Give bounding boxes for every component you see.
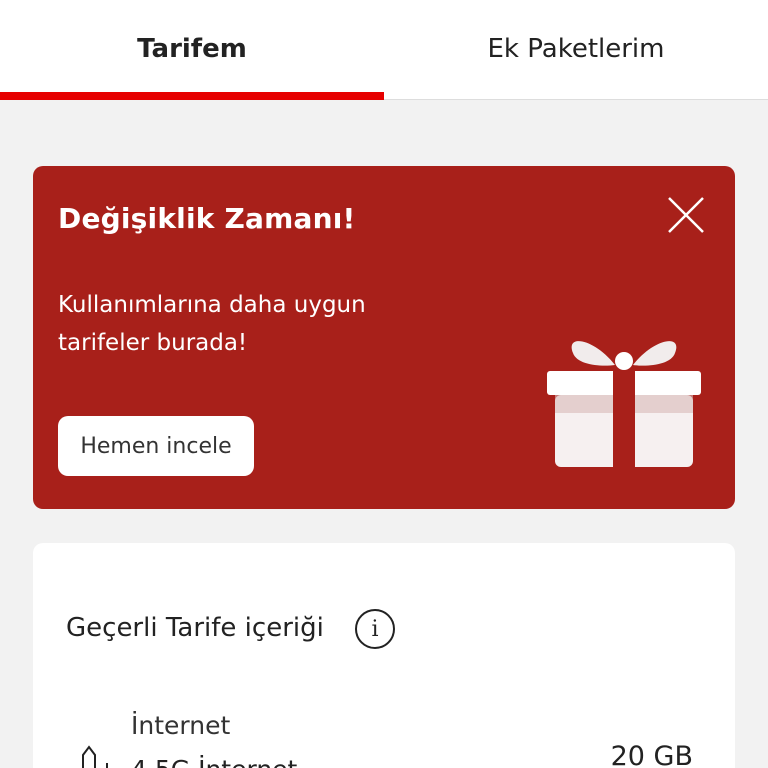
promo-text-line-2: tarifeler burada!	[58, 330, 248, 356]
active-tab-indicator	[0, 92, 384, 100]
tab-tarifem-label: Tarifem	[137, 34, 247, 64]
tab-ek-paketlerim[interactable]: Ek Paketlerim	[384, 0, 768, 100]
promo-title: Değişiklik Zamanı!	[58, 202, 356, 235]
tariff-title: Geçerli Tarife içeriği	[66, 613, 324, 643]
close-icon[interactable]	[667, 196, 705, 234]
info-icon[interactable]: i	[355, 609, 395, 649]
promo-text-line-1: Kullanımlarına daha uygun	[58, 292, 366, 318]
hemen-incele-button[interactable]: Hemen incele	[58, 416, 254, 476]
data-transfer-icon	[77, 741, 113, 768]
tab-tarifem[interactable]: Tarifem	[0, 0, 384, 100]
current-tariff-card: Geçerli Tarife içeriği i İnternet 4.5G İ…	[33, 543, 735, 768]
usage-value: 20 GB	[610, 741, 693, 768]
tab-bar: Tarifem Ek Paketlerim	[0, 0, 768, 100]
usage-sublabel: 4.5G İnternet	[131, 755, 297, 768]
promo-description: Kullanımlarına daha uygun tarifeler bura…	[58, 286, 458, 362]
tab-ek-paketlerim-label: Ek Paketlerim	[487, 34, 665, 64]
usage-label: İnternet	[131, 711, 231, 740]
promo-card: Değişiklik Zamanı! Kullanımlarına daha u…	[33, 166, 735, 509]
gift-icon	[545, 331, 703, 471]
